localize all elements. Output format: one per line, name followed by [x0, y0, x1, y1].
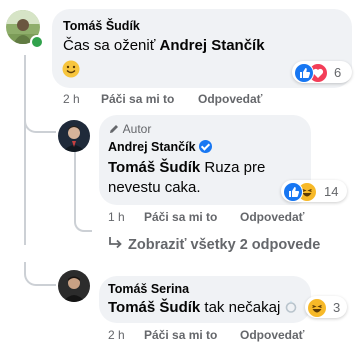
comment-time-1[interactable]: 2 h: [63, 92, 80, 106]
reactions-1[interactable]: 6: [292, 61, 352, 83]
comment-author-3[interactable]: Tomáš Serina: [108, 282, 189, 296]
comment-author-2[interactable]: Andrej Stančík: [108, 140, 212, 154]
comment-time-2[interactable]: 1 h: [108, 210, 125, 224]
comment-text-3: Tomáš Šudík tak nečakaj: [108, 298, 308, 318]
comment-actions-2: 1 h Páči sa mi to Odpovedať: [108, 210, 348, 226]
reply-button-3[interactable]: Odpovedať: [240, 328, 304, 342]
haha-reaction-icon: [307, 298, 327, 318]
view-all-replies-link[interactable]: Zobraziť všetky 2 odpovede: [108, 236, 320, 253]
comment-text-1: Čas sa oženiť Andrej Stančík: [63, 36, 343, 56]
comment-actions-1: 2 h Páči sa mi to Odpovedať: [63, 92, 353, 108]
reactions-count-2: 14: [324, 184, 339, 199]
comment-time-3[interactable]: 2 h: [108, 328, 125, 342]
author-badge: Autor: [108, 122, 151, 136]
avatar-andrej-stancik[interactable]: [58, 120, 90, 152]
comment-author-1[interactable]: Tomáš Šudík: [63, 19, 140, 33]
reactions-count-1: 6: [334, 65, 342, 80]
mention-tomas-sudik[interactable]: Tomáš Šudík: [108, 159, 200, 176]
thread-line-curve-top: [24, 113, 56, 133]
thread-line-reply-curve: [74, 216, 92, 232]
thread-line-curve-bottom: [24, 262, 56, 286]
reactions-count-3: 3: [333, 300, 341, 315]
thread-line-main: [24, 55, 26, 245]
view-all-replies-label[interactable]: Zobraziť všetky 2 odpovede: [128, 237, 320, 253]
like-reaction-icon: [294, 63, 314, 83]
comment-author-2-name[interactable]: Andrej Stančík: [108, 140, 196, 154]
like-button-1[interactable]: Páči sa mi to: [101, 92, 174, 106]
mention-tomas-sudik-2[interactable]: Tomáš Šudík: [108, 299, 200, 316]
avatar-tomas-serina[interactable]: [58, 270, 90, 302]
smiley-emoji-icon: [62, 60, 80, 78]
comment-text-2: Tomáš Šudík Ruza pre nevestu caka.: [108, 158, 303, 198]
online-status-dot: [30, 35, 44, 49]
ring-emoji-icon: [284, 299, 298, 313]
comment-text-1-prefix: Čas sa oženiť: [63, 37, 156, 54]
verified-badge-icon: [198, 140, 212, 153]
reactions-2[interactable]: 14: [281, 180, 347, 202]
reply-button-2[interactable]: Odpovedať: [240, 210, 304, 224]
comment-text-3-body: tak nečakaj: [204, 299, 281, 316]
comment-actions-3: 2 h Páči sa mi to Odpovedať: [108, 328, 348, 344]
author-badge-label: Autor: [122, 122, 152, 136]
pen-icon: [108, 123, 120, 135]
like-button-3[interactable]: Páči sa mi to: [144, 328, 217, 342]
reply-arrow-icon: [108, 236, 124, 250]
thread-line-reply: [74, 148, 76, 218]
reply-button-1[interactable]: Odpovedať: [198, 92, 262, 106]
reactions-3[interactable]: 3: [305, 296, 347, 318]
like-reaction-icon: [283, 182, 303, 202]
mention-andrej-stancik[interactable]: Andrej Stančík: [160, 37, 265, 54]
like-button-2[interactable]: Páči sa mi to: [144, 210, 217, 224]
